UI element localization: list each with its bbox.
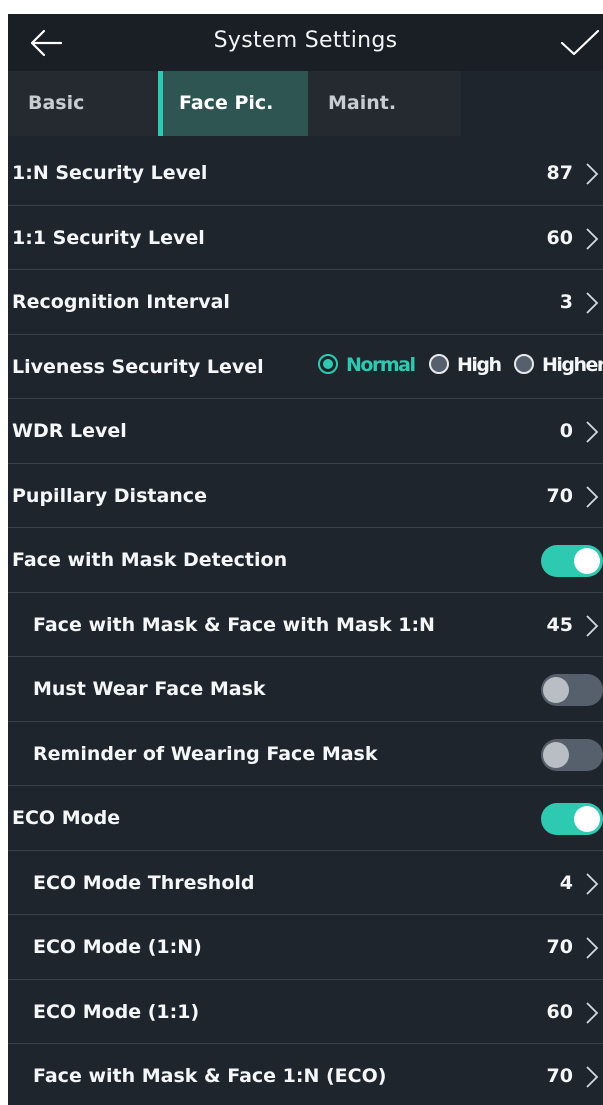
row-label: Liveness Security Level bbox=[12, 355, 264, 378]
row-must-wear-mask: Must Wear Face Mask bbox=[8, 657, 603, 722]
tab-bar: Basic Face Pic. Maint. bbox=[8, 71, 461, 136]
row-eco-mode: ECO Mode bbox=[8, 786, 603, 851]
liveness-radio-group: Normal High Higher bbox=[318, 335, 603, 399]
row-label: Face with Mask & Face 1:N (ECO) bbox=[33, 1065, 387, 1087]
row-value: 4 bbox=[559, 871, 573, 894]
chevron-right-icon bbox=[586, 1001, 599, 1024]
radio-dot bbox=[514, 353, 534, 374]
row-value: 87 bbox=[546, 162, 573, 184]
row-reminder-mask: Reminder of Wearing Face Mask bbox=[8, 722, 603, 786]
row-value: 60 bbox=[546, 226, 573, 249]
row-eco-threshold[interactable]: ECO Mode Threshold 4 bbox=[8, 851, 603, 915]
row-label: Recognition Interval bbox=[12, 291, 230, 313]
reminder-toggle[interactable] bbox=[541, 738, 603, 771]
chevron-right-icon bbox=[586, 163, 599, 185]
radio-label: Normal bbox=[346, 353, 416, 376]
tab-maint[interactable]: Maint. bbox=[308, 71, 458, 136]
row-eco-11[interactable]: ECO Mode (1:1) 60 bbox=[8, 980, 603, 1044]
mask-detection-toggle[interactable] bbox=[541, 545, 603, 577]
row-value: 45 bbox=[546, 613, 573, 636]
chevron-right-icon bbox=[586, 227, 599, 250]
confirm-button[interactable] bbox=[559, 26, 603, 60]
row-value: 70 bbox=[546, 936, 573, 958]
row-recognition-interval[interactable]: Recognition Interval 3 bbox=[8, 270, 603, 335]
toggle-knob bbox=[574, 548, 600, 574]
chevron-right-icon bbox=[586, 421, 599, 443]
row-label: ECO Mode Threshold bbox=[33, 871, 255, 894]
tab-face-pic[interactable]: Face Pic. bbox=[158, 71, 308, 136]
toggle-knob bbox=[543, 677, 569, 703]
page-title: System Settings bbox=[213, 28, 398, 53]
row-face-mask-detection: Face with Mask Detection bbox=[8, 528, 603, 593]
row-mask-face-1n-eco[interactable]: Face with Mask & Face 1:N (ECO) 70 bbox=[8, 1044, 603, 1105]
chevron-right-icon bbox=[586, 872, 599, 895]
row-label: ECO Mode (1:1) bbox=[33, 1000, 200, 1023]
row-11-security-level[interactable]: 1:1 Security Level 60 bbox=[8, 206, 603, 270]
row-value: 60 bbox=[546, 1000, 573, 1023]
toggle-knob bbox=[543, 741, 569, 768]
radio-dot bbox=[429, 353, 449, 374]
row-liveness-security-level: Liveness Security Level Normal High High… bbox=[8, 335, 603, 399]
row-label: Reminder of Wearing Face Mask bbox=[33, 742, 378, 765]
settings-screen: System Settings Basic Face Pic. Maint. 1… bbox=[8, 14, 603, 1105]
chevron-right-icon bbox=[586, 292, 599, 314]
row-wdr-level[interactable]: WDR Level 0 bbox=[8, 399, 603, 464]
row-value: 3 bbox=[559, 291, 573, 313]
must-wear-toggle[interactable] bbox=[541, 674, 603, 706]
row-value: 0 bbox=[559, 420, 573, 442]
row-label: 1:N Security Level bbox=[12, 162, 208, 184]
header-bar: System Settings bbox=[8, 14, 603, 71]
radio-label: High bbox=[457, 353, 502, 376]
row-label: Must Wear Face Mask bbox=[33, 678, 266, 700]
chevron-right-icon bbox=[586, 614, 599, 637]
row-label: 1:1 Security Level bbox=[12, 226, 205, 249]
checkmark-icon bbox=[560, 29, 600, 56]
tab-basic[interactable]: Basic bbox=[8, 71, 158, 136]
chevron-right-icon bbox=[586, 1066, 599, 1088]
row-label: WDR Level bbox=[12, 420, 127, 442]
row-value: 70 bbox=[546, 484, 573, 507]
row-1n-security-level[interactable]: 1:N Security Level 87 bbox=[8, 141, 603, 206]
row-label: Pupillary Distance bbox=[12, 484, 207, 507]
row-label: Face with Mask & Face with Mask 1:N bbox=[33, 613, 435, 636]
row-label: ECO Mode (1:N) bbox=[33, 936, 202, 958]
settings-list: 1:N Security Level 87 1:1 Security Level… bbox=[8, 141, 603, 1105]
radio-label: Higher bbox=[542, 353, 603, 376]
row-label: Face with Mask Detection bbox=[12, 549, 288, 571]
chevron-right-icon bbox=[586, 485, 599, 508]
radio-dot bbox=[318, 353, 338, 374]
row-value: 70 bbox=[546, 1065, 573, 1087]
toggle-knob bbox=[574, 806, 600, 832]
row-label: ECO Mode bbox=[12, 807, 121, 829]
row-pupillary-distance[interactable]: Pupillary Distance 70 bbox=[8, 464, 603, 528]
chevron-right-icon bbox=[586, 937, 599, 959]
row-mask-1n[interactable]: Face with Mask & Face with Mask 1:N 45 bbox=[8, 593, 603, 657]
row-eco-1n[interactable]: ECO Mode (1:N) 70 bbox=[8, 915, 603, 980]
eco-mode-toggle[interactable] bbox=[541, 803, 603, 835]
